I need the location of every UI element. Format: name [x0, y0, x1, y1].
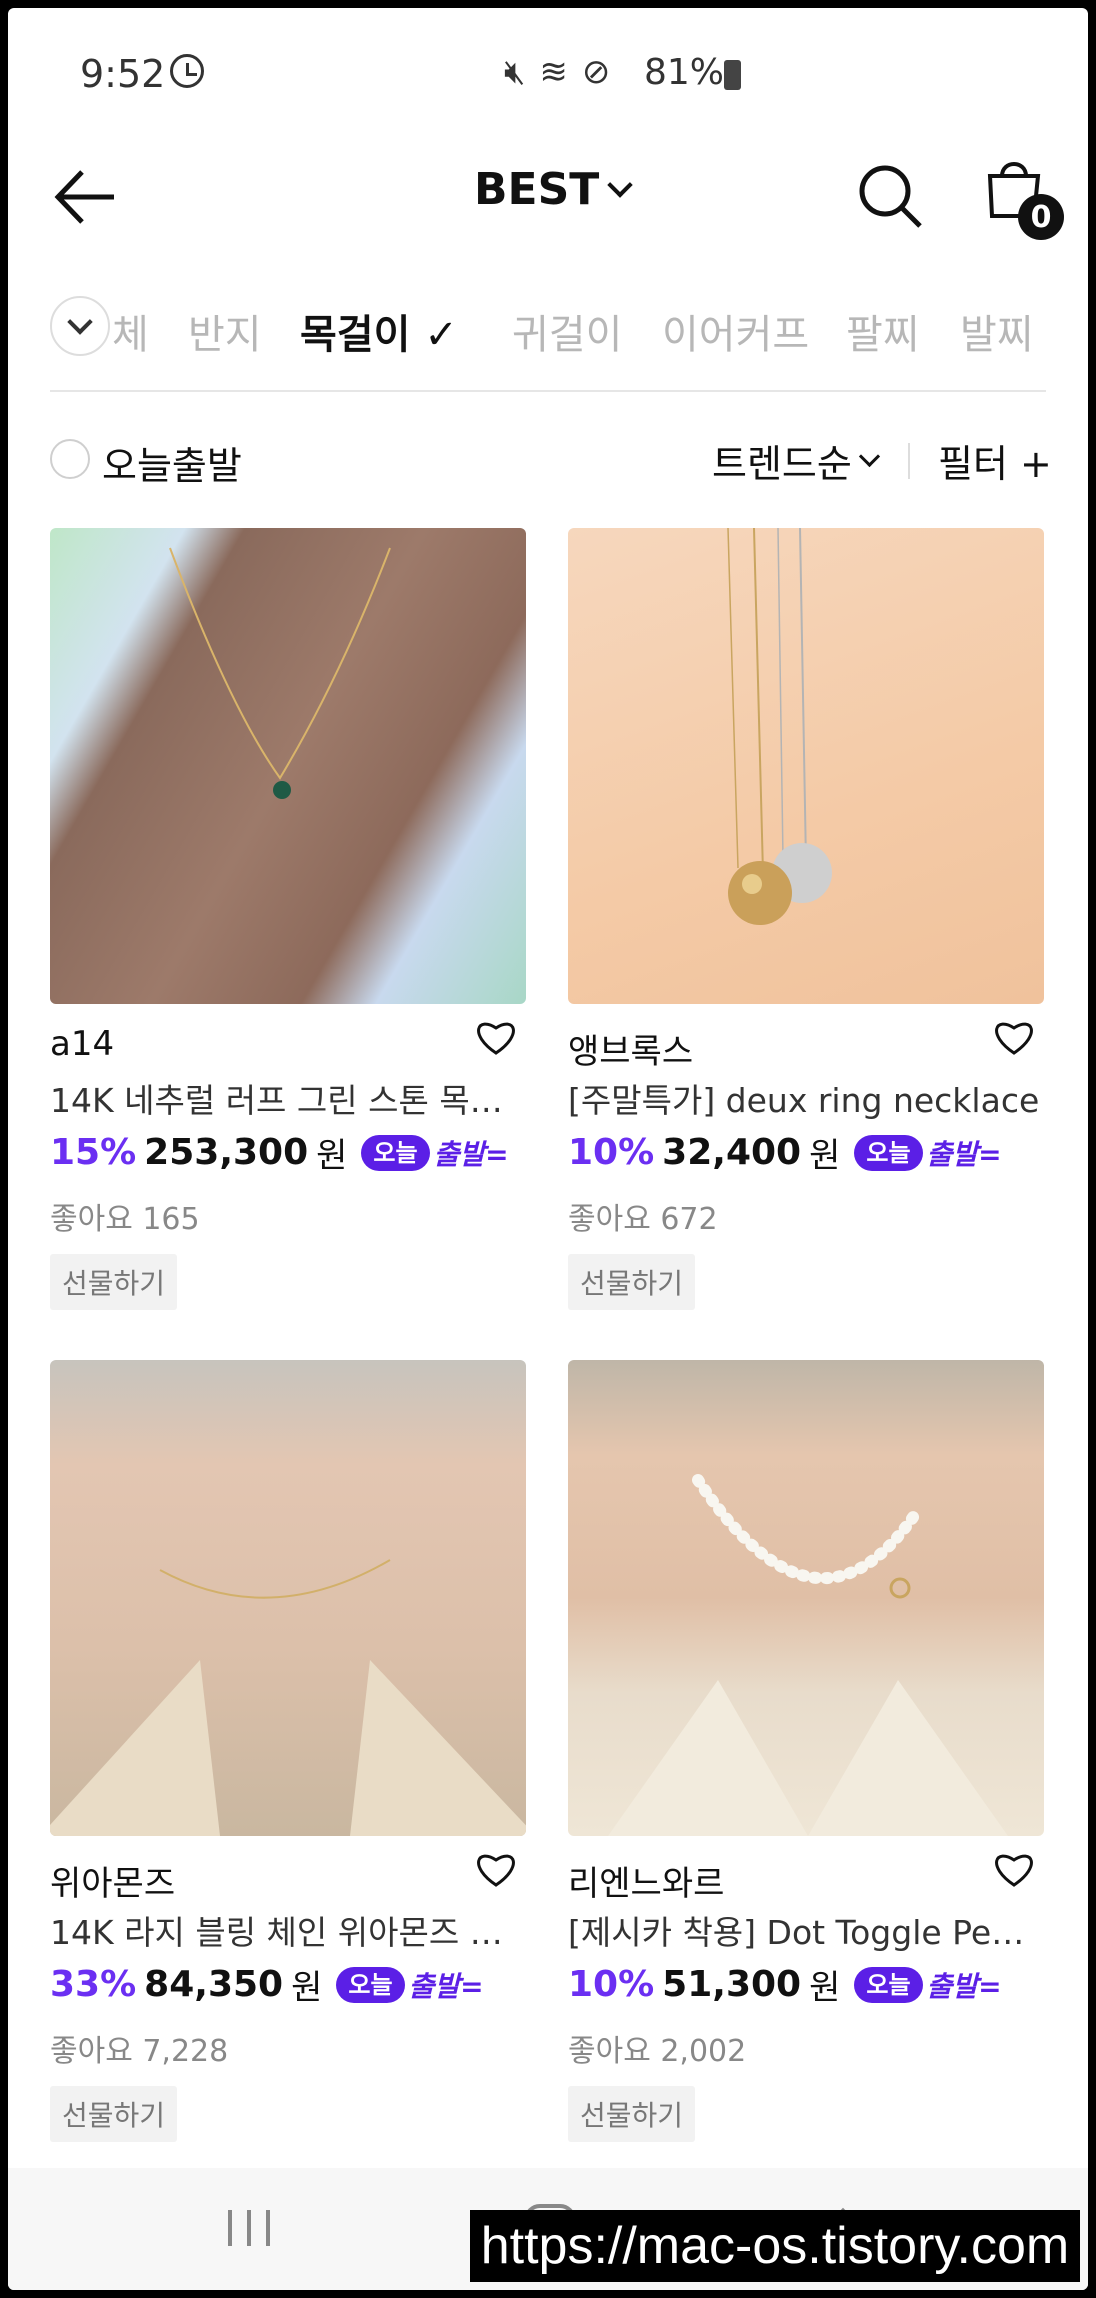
today-ship-badge: 오늘 출발= — [336, 1966, 484, 2003]
filter-button[interactable]: 필터 + — [938, 433, 1052, 488]
expand-categories-button[interactable] — [50, 296, 110, 356]
heart-icon[interactable] — [474, 1016, 518, 1056]
tab-necklaces[interactable]: 목걸이 ✓ — [300, 302, 458, 360]
necklace-illustration — [727, 528, 832, 925]
recent-apps-icon[interactable] — [228, 2210, 270, 2246]
heart-icon[interactable] — [992, 1848, 1036, 1888]
discount-rate: 15% — [50, 1132, 137, 1173]
page-title: BEST — [474, 164, 600, 215]
price: 84,350 — [144, 1964, 284, 2005]
likes-count: 좋아요 165 — [50, 1202, 200, 1237]
tab-bracelets[interactable]: 팔찌 — [846, 302, 920, 360]
sort-dropdown[interactable]: 트렌드순 — [712, 433, 880, 488]
filter-bar: 오늘출발 트렌드순 필터 + — [8, 413, 1088, 493]
product-card[interactable]: 리엔느와르 [제시카 착용] Dot Toggle Pearl Necklace… — [568, 1360, 1044, 2150]
ship-badge-label: 오늘 — [336, 1966, 405, 2003]
currency: 원 — [809, 1136, 841, 1176]
chevron-down-icon — [858, 445, 880, 468]
gift-button[interactable]: 선물하기 — [50, 1254, 178, 1310]
product-card[interactable]: a14 14K 네추럴 러프 그린 스톤 목걸이 15% 253,300 원 오… — [50, 528, 526, 1310]
likes-count: 좋아요 7,228 — [50, 2034, 229, 2069]
price: 51,300 — [662, 1964, 802, 2005]
back-arrow-icon[interactable] — [52, 166, 118, 228]
product-image[interactable] — [50, 528, 526, 1004]
battery-icon — [724, 60, 741, 90]
necklace-illustration — [50, 1559, 526, 1836]
watermark: https://mac-os.tistory.com — [470, 2210, 1080, 2282]
wifi-icon: ≋ — [539, 52, 568, 92]
today-ship-radio[interactable] — [50, 439, 90, 479]
discount-rate: 33% — [50, 1964, 137, 2005]
brand-name: 앵브록스 — [568, 1032, 694, 1072]
discount-rate: 10% — [568, 1964, 655, 2005]
discount-rate: 10% — [568, 1132, 655, 1173]
tab-ear-cuffs[interactable]: 이어커프 — [662, 302, 809, 360]
gift-button[interactable]: 선물하기 — [50, 2086, 178, 2142]
product-image[interactable] — [50, 1360, 526, 1836]
divider — [908, 443, 910, 479]
product-image[interactable] — [568, 528, 1044, 1004]
product-card[interactable]: 앵브록스 [주말특가] deux ring necklace 10% 32,40… — [568, 528, 1044, 1310]
ship-badge-text: 출발= — [926, 1137, 1002, 1171]
brand-name: a14 — [50, 1024, 115, 1064]
gift-button[interactable]: 선물하기 — [568, 2086, 696, 2142]
brand-name: 위아몬즈 — [50, 1864, 176, 1904]
page-title-dropdown[interactable]: BEST — [474, 164, 634, 215]
brand-name: 리엔느와르 — [568, 1864, 725, 1904]
today-ship-badge: 오늘 출발= — [361, 1134, 509, 1171]
cart-count-badge: 0 — [1018, 194, 1064, 240]
cart-button[interactable]: 0 — [984, 154, 1064, 240]
chevron-down-icon — [607, 171, 634, 198]
ship-badge-label: 오늘 — [854, 1134, 923, 1171]
app-screen: 9:52 🔇︎ ≋ ⊘ 81% BEST 0 체 반지 목걸이 ✓ 귀걸이 이어… — [8, 8, 1088, 2290]
sort-label: 트렌드순 — [712, 442, 852, 486]
product-image[interactable] — [568, 1360, 1044, 1836]
tab-anklets[interactable]: 발찌 — [960, 302, 1034, 360]
product-name[interactable]: [주말특가] deux ring necklace — [568, 1074, 1044, 1122]
price-row: 33% 84,350 원 오늘 출발= — [50, 1960, 484, 2009]
price-row: 10% 32,400 원 오늘 출발= — [568, 1128, 1002, 1177]
likes-count: 좋아요 672 — [568, 1202, 718, 1237]
currency: 원 — [809, 1968, 841, 2008]
product-name[interactable]: 14K 라지 블링 체인 위아몬즈 목걸이 — [50, 1906, 526, 1954]
product-name[interactable]: [제시카 착용] Dot Toggle Pearl Necklace — [568, 1906, 1044, 1954]
ship-badge-text: 출발= — [433, 1137, 509, 1171]
status-icons: 🔇︎ ≋ ⊘ — [504, 52, 610, 92]
tabs-divider — [50, 390, 1046, 392]
battery-level: 81% — [644, 52, 725, 93]
currency: 원 — [316, 1136, 348, 1176]
gift-button[interactable]: 선물하기 — [568, 1254, 696, 1310]
ship-badge-text: 출발= — [408, 1969, 484, 2003]
dnd-icon: ⊘ — [581, 52, 611, 92]
necklace-illustration — [169, 547, 391, 799]
today-ship-badge: 오늘 출발= — [854, 1966, 1002, 2003]
heart-icon[interactable] — [992, 1016, 1036, 1056]
necklace-illustration — [608, 1474, 1008, 1836]
tab-rings[interactable]: 반지 — [188, 302, 262, 360]
tab-all[interactable]: 체 — [112, 302, 149, 360]
tab-earrings[interactable]: 귀걸이 — [512, 302, 622, 360]
currency: 원 — [291, 1968, 323, 2008]
today-ship-label[interactable]: 오늘출발 — [102, 435, 242, 490]
status-time: 9:52 — [80, 52, 166, 96]
price: 253,300 — [144, 1132, 309, 1173]
price: 32,400 — [662, 1132, 802, 1173]
likes-count: 좋아요 2,002 — [568, 2034, 747, 2069]
price-row: 10% 51,300 원 오늘 출발= — [568, 1960, 1002, 2009]
category-tabs: 체 반지 목걸이 ✓ 귀걸이 이어커프 팔찌 발찌 — [8, 278, 1088, 392]
ship-badge-label: 오늘 — [361, 1134, 430, 1171]
alarm-clock-icon — [170, 54, 204, 88]
heart-icon[interactable] — [474, 1848, 518, 1888]
top-header: BEST 0 — [8, 138, 1088, 258]
ship-badge-text: 출발= — [926, 1969, 1002, 2003]
today-ship-badge: 오늘 출발= — [854, 1134, 1002, 1171]
mute-icon: 🔇︎ — [504, 52, 526, 92]
search-icon[interactable] — [854, 160, 926, 232]
product-card[interactable]: 위아몬즈 14K 라지 블링 체인 위아몬즈 목걸이 33% 84,350 원 … — [50, 1360, 526, 2150]
ship-badge-label: 오늘 — [854, 1966, 923, 2003]
price-row: 15% 253,300 원 오늘 출발= — [50, 1128, 509, 1177]
status-bar: 9:52 🔇︎ ≋ ⊘ 81% — [8, 8, 1088, 133]
product-name[interactable]: 14K 네추럴 러프 그린 스톤 목걸이 — [50, 1074, 526, 1122]
